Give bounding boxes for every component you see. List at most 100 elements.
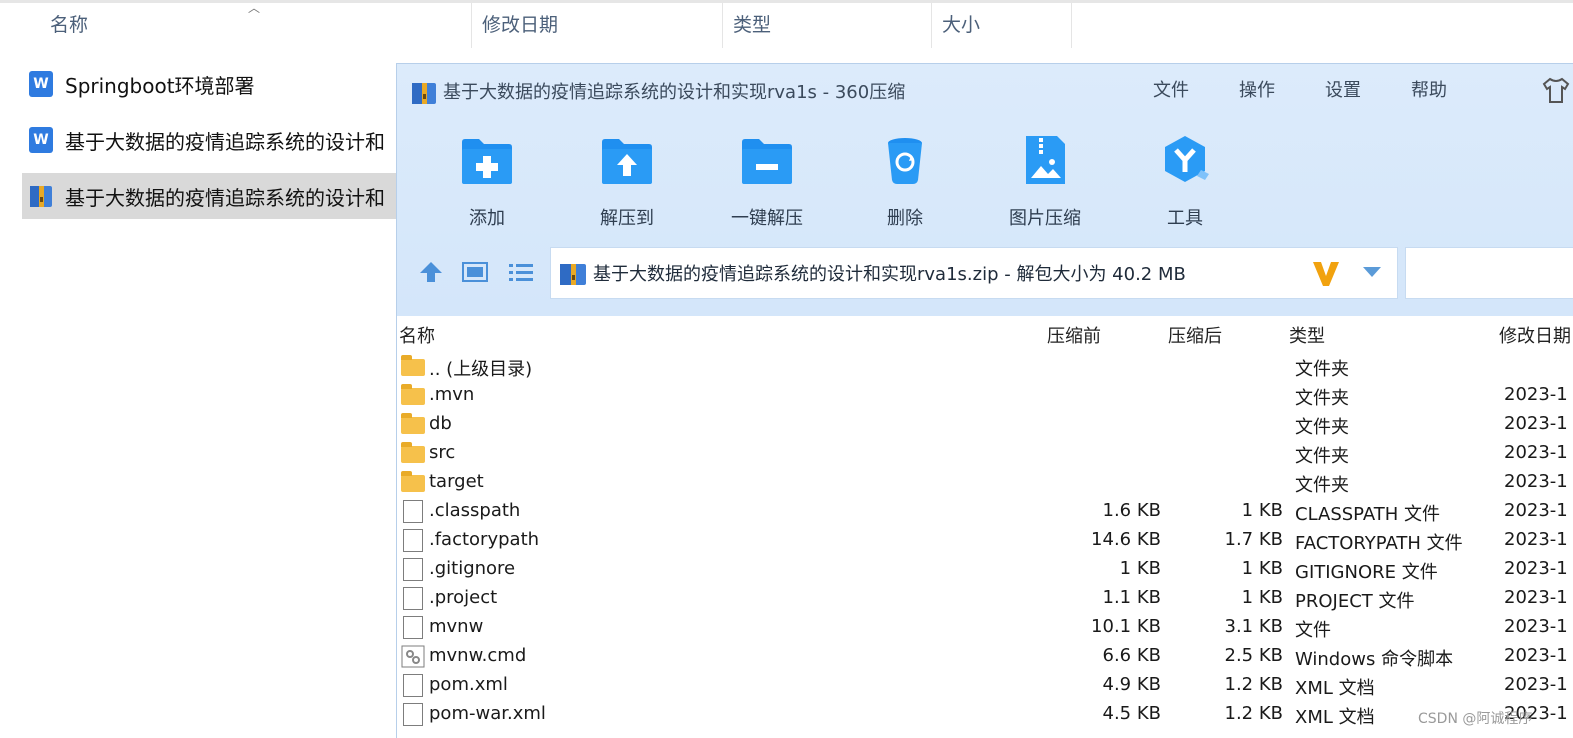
zip-archive-icon <box>560 264 586 285</box>
col-size-before[interactable]: 压缩前 <box>1047 322 1101 348</box>
file-size-before: 1.6 KB <box>1102 500 1162 521</box>
file-name: db <box>429 413 452 434</box>
col-modified[interactable]: 修改日期 <box>1499 322 1571 348</box>
file-type: 文件夹 <box>1295 417 1349 438</box>
folder-icon <box>401 384 425 405</box>
file-row[interactable]: mvnw.cmd 6.6 KB 2.5 KB Windows 命令脚本 2023-1 <box>397 642 1573 671</box>
explorer-col-name[interactable]: 名称 <box>40 3 472 48</box>
file-modified: 2023-1 <box>1504 500 1568 521</box>
file-row[interactable]: .classpath 1.6 KB 1 KB CLASSPATH 文件 2023-1 <box>397 497 1573 526</box>
delete-button[interactable]: 删除 <box>835 134 975 230</box>
file-modified: 2023-1 <box>1504 413 1568 434</box>
menu-settings[interactable]: 设置 <box>1325 76 1361 102</box>
path-bar[interactable]: 基于大数据的疫情追踪系统的设计和实现rva1s.zip - 解包大小为 40.2… <box>550 247 1398 299</box>
file-size-after: 1 KB <box>1241 558 1283 579</box>
file-row[interactable]: .project 1.1 KB 1 KB PROJECT 文件 2023-1 <box>397 584 1573 613</box>
col-type[interactable]: 类型 <box>1289 322 1325 348</box>
file-name: .. (上级目录) <box>429 359 533 380</box>
file-size-before: 6.6 KB <box>1102 645 1162 666</box>
explorer-col-modified[interactable]: 修改日期 <box>472 3 723 48</box>
file-name: .gitignore <box>429 558 516 579</box>
file-icon <box>403 616 423 639</box>
explorer-column-header: ︿ 名称 修改日期 类型 大小 <box>0 1 1573 48</box>
explorer-file-row[interactable]: 基于大数据的疫情追踪系统的设计和 <box>22 117 422 163</box>
file-row[interactable]: .gitignore 1 KB 1 KB GITIGNORE 文件 2023-1 <box>397 555 1573 584</box>
file-row[interactable]: target 文件夹 2023-1 <box>397 468 1573 497</box>
explorer-file-row[interactable]: Springboot环境部署 <box>22 61 422 107</box>
list-view-icon[interactable] <box>507 260 535 284</box>
cmd-script-icon <box>401 645 425 668</box>
file-icon <box>403 674 423 697</box>
file-size-after: 1 KB <box>1241 587 1283 608</box>
file-size-after: 1.2 KB <box>1224 674 1284 695</box>
col-size-after[interactable]: 压缩后 <box>1168 322 1222 348</box>
explorer-col-size[interactable]: 大小 <box>932 3 1072 48</box>
file-type: PROJECT 文件 <box>1295 591 1415 612</box>
word-doc-icon <box>29 71 53 97</box>
file-modified: 2023-1 <box>1504 587 1568 608</box>
explorer-file-row-selected[interactable]: 基于大数据的疫情追踪系统的设计和 <box>22 173 422 219</box>
file-row[interactable]: pom.xml 4.9 KB 1.2 KB XML 文档 2023-1 <box>397 671 1573 700</box>
file-icon <box>403 703 423 726</box>
delete-label: 删除 <box>887 208 923 229</box>
tools-button[interactable]: 工具 <box>1115 134 1255 230</box>
thumbnail-view-icon[interactable] <box>461 260 489 284</box>
zip-window-header: 基于大数据的疫情追踪系统的设计和实现rva1s - 360压缩 文件 操作 设置… <box>397 64 1573 316</box>
file-modified: 2023-1 <box>1504 645 1568 666</box>
explorer-col-type[interactable]: 类型 <box>723 3 932 48</box>
file-name: .project <box>429 587 498 608</box>
file-name: .factorypath <box>429 529 540 550</box>
folder-icon <box>401 442 425 463</box>
extract-to-label: 解压到 <box>600 208 654 229</box>
file-row[interactable]: db 文件夹 2023-1 <box>397 410 1573 439</box>
file-modified: 2023-1 <box>1504 471 1568 492</box>
word-doc-icon <box>29 127 53 153</box>
zip-window: 基于大数据的疫情追踪系统的设计和实现rva1s - 360压缩 文件 操作 设置… <box>396 63 1573 738</box>
extract-to-icon <box>602 139 652 184</box>
file-row[interactable]: .. (上级目录) 文件夹 <box>397 352 1573 381</box>
file-name: src <box>429 442 456 463</box>
file-type: FACTORYPATH 文件 <box>1295 533 1463 554</box>
file-type: 文件 <box>1295 620 1331 641</box>
file-name: mvnw.cmd <box>429 645 527 666</box>
file-row[interactable]: mvnw 10.1 KB 3.1 KB 文件 2023-1 <box>397 613 1573 642</box>
file-name: mvnw <box>429 616 484 637</box>
explorer-file-name: Springboot环境部署 <box>65 73 255 98</box>
check-v-icon[interactable] <box>1311 258 1341 288</box>
search-input[interactable] <box>1405 247 1573 299</box>
skin-shirt-icon[interactable] <box>1541 76 1571 104</box>
path-dropdown-icon[interactable] <box>1363 267 1381 277</box>
file-icon <box>403 587 423 610</box>
image-compress-icon <box>1026 136 1065 184</box>
file-type: 文件夹 <box>1295 475 1349 496</box>
one-click-extract-label: 一键解压 <box>731 208 803 229</box>
file-type: CLASSPATH 文件 <box>1295 504 1441 525</box>
up-arrow-icon[interactable] <box>417 260 445 284</box>
menu-help[interactable]: 帮助 <box>1411 76 1447 102</box>
add-folder-icon <box>462 139 512 184</box>
tools-icon <box>1165 136 1209 182</box>
folder-icon <box>401 471 425 492</box>
image-compress-button[interactable]: 图片压缩 <box>975 134 1115 230</box>
explorer-file-name: 基于大数据的疫情追踪系统的设计和 <box>65 185 385 210</box>
add-button[interactable]: 添加 <box>417 134 557 230</box>
file-modified: 2023-1 <box>1504 558 1568 579</box>
file-type: 文件夹 <box>1295 446 1349 467</box>
file-modified: 2023-1 <box>1504 616 1568 637</box>
file-row[interactable]: .factorypath 14.6 KB 1.7 KB FACTORYPATH 文件 2… <box>397 526 1573 555</box>
file-row[interactable]: pom-war.xml 4.5 KB 1.2 KB XML 文档 2023-1 <box>397 700 1573 729</box>
explorer-file-name: 基于大数据的疫情追踪系统的设计和 <box>65 129 385 154</box>
file-size-after: 2.5 KB <box>1224 645 1284 666</box>
file-size-after: 1 KB <box>1241 500 1283 521</box>
file-type: 文件夹 <box>1295 388 1349 409</box>
file-modified: 2023-1 <box>1504 442 1568 463</box>
menu-operate[interactable]: 操作 <box>1239 76 1275 102</box>
col-name[interactable]: 名称 <box>399 322 435 348</box>
menu-file[interactable]: 文件 <box>1153 76 1189 102</box>
file-type: XML 文档 <box>1295 707 1375 728</box>
extract-to-button[interactable]: 解压到 <box>557 134 697 230</box>
one-click-extract-button[interactable]: 一键解压 <box>697 134 837 230</box>
file-modified: 2023-1 <box>1504 674 1568 695</box>
file-row[interactable]: .mvn 文件夹 2023-1 <box>397 381 1573 410</box>
file-row[interactable]: src 文件夹 2023-1 <box>397 439 1573 468</box>
